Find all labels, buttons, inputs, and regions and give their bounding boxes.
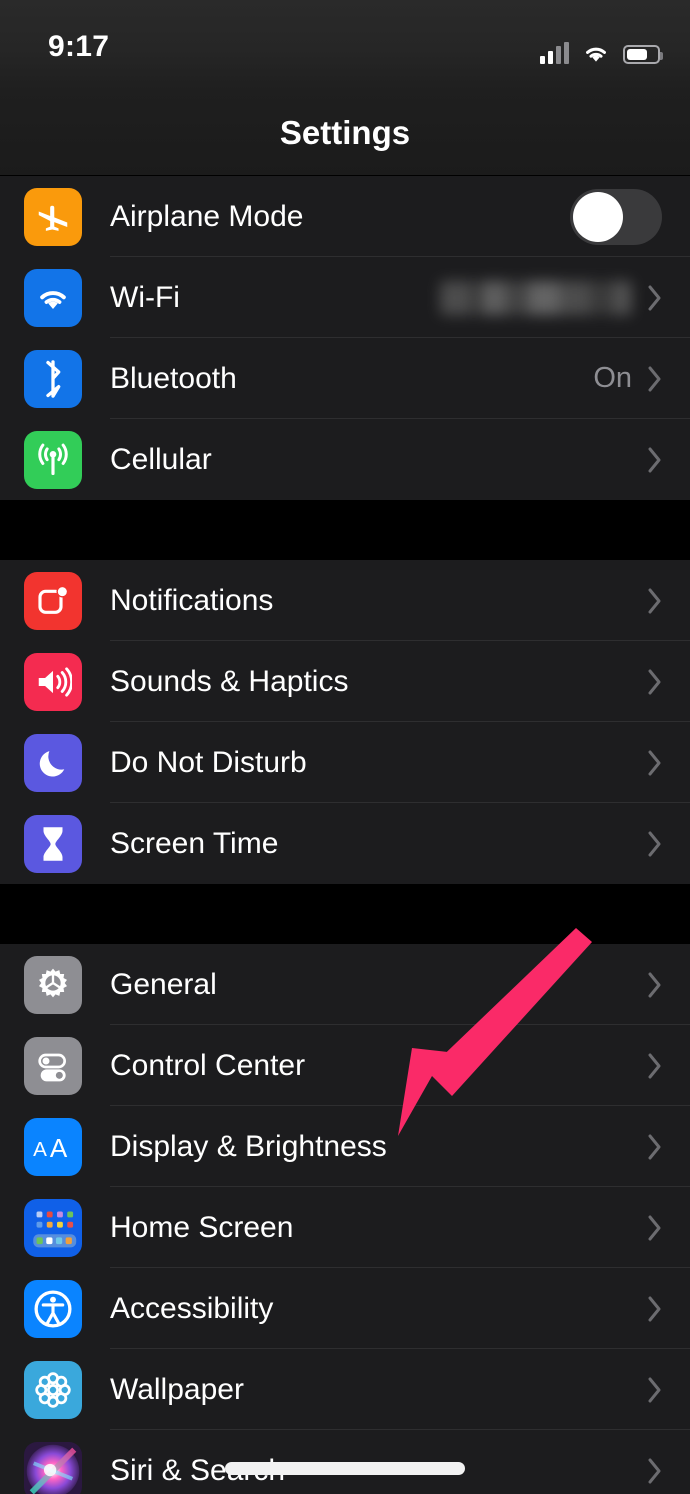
chevron-right-icon <box>648 366 662 392</box>
settings-row-control-center[interactable]: Control Center <box>0 1025 690 1106</box>
settings-row-label: Control Center <box>110 1048 306 1082</box>
page-title: Settings <box>279 114 411 151</box>
settings-row-label: Cellular <box>110 442 212 476</box>
settings-row-label: Notifications <box>110 583 274 617</box>
settings-row-screen-time[interactable]: Screen Time <box>0 803 690 884</box>
control-center-toggles-icon <box>24 1036 82 1095</box>
group-gap <box>0 500 690 560</box>
siri-orb-icon <box>24 1441 82 1494</box>
airplane-mode-toggle[interactable] <box>570 188 662 245</box>
chevron-right-icon <box>648 1053 662 1079</box>
chevron-right-icon <box>648 750 662 776</box>
settings-row-home-screen[interactable]: Home Screen <box>0 1187 690 1268</box>
hourglass-icon <box>24 814 82 873</box>
row-accessory <box>648 972 662 998</box>
settings-row-label: Do Not Disturb <box>110 745 307 779</box>
battery-icon <box>623 45 663 64</box>
row-accessory <box>648 831 662 857</box>
settings-row-notifications[interactable]: Notifications <box>0 560 690 641</box>
settings-row-wifi[interactable]: Wi-Fi <box>0 257 690 338</box>
speaker-waves-icon <box>24 652 82 711</box>
settings-row-label: Home Screen <box>110 1210 294 1244</box>
settings-row-cellular[interactable]: Cellular <box>0 419 690 500</box>
wifi-icon <box>586 47 606 62</box>
chevron-right-icon <box>648 1458 662 1484</box>
row-accessory <box>648 1458 662 1484</box>
settings-row-label: Wi-Fi <box>110 280 180 314</box>
row-accessory: On <box>593 362 662 395</box>
settings-row-general[interactable]: General <box>0 944 690 1025</box>
settings-row-wallpaper[interactable]: Wallpaper <box>0 1349 690 1430</box>
toggle-knob <box>573 191 623 242</box>
wallpaper-flower-icon <box>24 1360 82 1419</box>
row-accessory <box>648 1296 662 1322</box>
cellular-antenna-icon <box>24 430 82 489</box>
row-accessory <box>648 1134 662 1160</box>
chevron-right-icon <box>648 588 662 614</box>
settings-row-label: Accessibility <box>110 1291 274 1325</box>
settings-row-label: General <box>110 967 217 1001</box>
row-accessory <box>648 1053 662 1079</box>
bluetooth-status-value: On <box>593 362 632 394</box>
chevron-right-icon <box>648 972 662 998</box>
row-accessory <box>648 750 662 776</box>
chevron-right-icon <box>648 1377 662 1403</box>
row-accessory <box>648 1377 662 1403</box>
accessibility-person-icon <box>24 1279 82 1338</box>
settings-group-connectivity: Airplane Mode Wi-Fi Bluetooth On Cellula… <box>0 176 690 500</box>
settings-row-label: Sounds & Haptics <box>110 664 349 698</box>
settings-row-airplane-mode[interactable]: Airplane Mode <box>0 176 690 257</box>
wifi-icon <box>24 268 82 327</box>
home-indicator <box>225 1462 465 1475</box>
settings-row-sounds-haptics[interactable]: Sounds & Haptics <box>0 641 690 722</box>
iphone-settings-screen: 9:17 Settings Airplane Mode Wi-Fi Blueto… <box>0 0 690 1494</box>
settings-row-label: Wallpaper <box>110 1372 244 1406</box>
chevron-right-icon <box>648 1134 662 1160</box>
display-aa-icon: A A <box>24 1117 82 1176</box>
settings-row-label: Airplane Mode <box>110 199 304 233</box>
settings-row-label: Screen Time <box>110 826 279 860</box>
crescent-moon-icon <box>24 733 82 792</box>
status-bar-indicators <box>540 34 663 64</box>
row-accessory <box>648 447 662 473</box>
chevron-right-icon <box>648 831 662 857</box>
settings-group-notifications: Notifications Sounds & Haptics Do Not Di… <box>0 560 690 884</box>
navigation-bar: Settings <box>0 90 690 176</box>
wifi-network-name-redacted <box>440 280 632 315</box>
settings-group-system: General Control Center A A Display & Bri… <box>0 944 690 1494</box>
chevron-right-icon <box>648 669 662 695</box>
group-gap <box>0 884 690 944</box>
row-accessory <box>440 280 662 315</box>
settings-row-bluetooth[interactable]: Bluetooth On <box>0 338 690 419</box>
home-screen-grid-icon <box>24 1198 82 1257</box>
svg-text:A: A <box>33 1138 47 1161</box>
status-bar-clock: 9:17 <box>48 30 110 63</box>
notifications-badge-icon <box>24 571 82 630</box>
gear-icon <box>24 955 82 1014</box>
chevron-right-icon <box>648 1296 662 1322</box>
settings-row-label: Bluetooth <box>110 361 237 395</box>
chevron-right-icon <box>648 285 662 311</box>
settings-row-display-brightness[interactable]: A A Display & Brightness <box>0 1106 690 1187</box>
status-bar: 9:17 <box>0 0 690 90</box>
airplane-icon <box>24 187 82 246</box>
row-accessory <box>648 669 662 695</box>
row-accessory <box>648 1215 662 1241</box>
chevron-right-icon <box>648 1215 662 1241</box>
settings-row-do-not-disturb[interactable]: Do Not Disturb <box>0 722 690 803</box>
settings-row-accessibility[interactable]: Accessibility <box>0 1268 690 1349</box>
bluetooth-icon <box>24 349 82 408</box>
svg-text:A: A <box>50 1132 68 1162</box>
chevron-right-icon <box>648 447 662 473</box>
cellular-signal-icon <box>540 42 569 64</box>
settings-row-label: Display & Brightness <box>110 1129 387 1163</box>
row-accessory <box>648 588 662 614</box>
